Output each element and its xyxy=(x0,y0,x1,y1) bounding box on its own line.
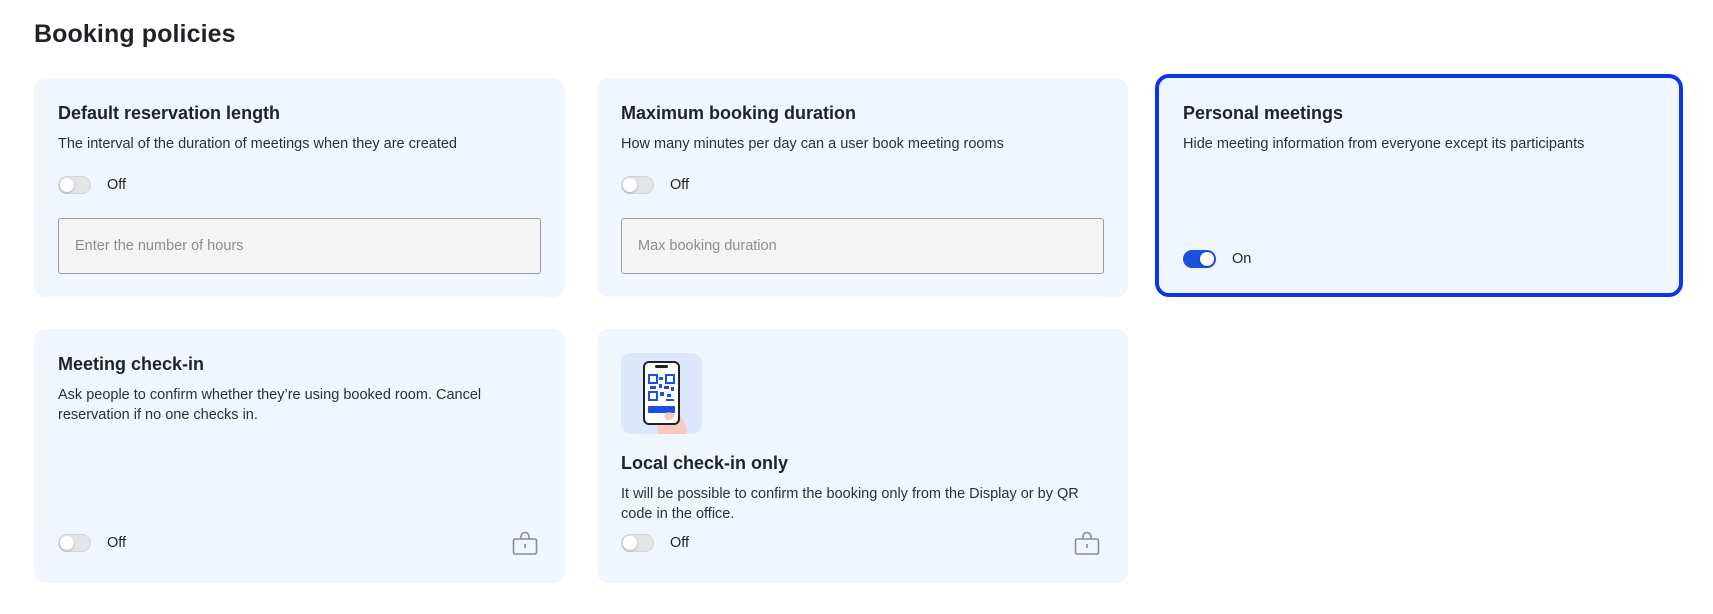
toggle-label: Off xyxy=(670,177,690,193)
max-duration-toggle-row[interactable]: Off xyxy=(621,174,689,196)
toggle-label: On xyxy=(1232,251,1252,267)
card-local-check-in-only: Local check-in only It will be possible … xyxy=(597,329,1128,583)
default-length-input[interactable] xyxy=(58,218,541,274)
card-description: It will be possible to confirm the booki… xyxy=(621,486,1079,522)
card-default-reservation-length: Default reservation length The interval … xyxy=(34,78,565,297)
card-title: Personal meetings xyxy=(1183,103,1344,123)
card-description: The interval of the duration of meetings… xyxy=(58,136,457,152)
local-checkin-toggle-row[interactable]: Off xyxy=(621,532,689,554)
card-description: How many minutes per day can a user book… xyxy=(621,136,1004,152)
personal-meetings-toggle[interactable] xyxy=(1183,250,1216,268)
card-personal-meetings: Personal meetings Hide meeting informati… xyxy=(1159,78,1679,293)
card-description: Ask people to confirm whether they’re us… xyxy=(58,387,482,423)
card-title: Local check-in only xyxy=(621,453,789,473)
default-length-toggle[interactable] xyxy=(58,176,91,194)
lock-icon xyxy=(512,531,538,555)
card-title: Default reservation length xyxy=(58,103,281,123)
toggle-label: Off xyxy=(670,535,690,551)
meeting-checkin-toggle-row[interactable]: Off xyxy=(58,532,126,554)
card-title: Meeting check-in xyxy=(58,354,205,374)
default-length-toggle-row[interactable]: Off xyxy=(58,174,126,196)
card-title: Maximum booking duration xyxy=(621,103,857,123)
card-maximum-booking-duration: Maximum booking duration How many minute… xyxy=(597,78,1128,297)
meeting-checkin-toggle[interactable] xyxy=(58,534,91,552)
toggle-label: Off xyxy=(107,177,127,193)
phone-qr-illustration xyxy=(621,353,702,434)
lock-icon xyxy=(1074,531,1100,555)
max-duration-toggle[interactable] xyxy=(621,176,654,194)
max-duration-input[interactable] xyxy=(621,218,1104,274)
card-description: Hide meeting information from everyone e… xyxy=(1183,136,1585,152)
page-title: Booking policies xyxy=(34,20,236,48)
card-meeting-check-in: Meeting check-in Ask people to confirm w… xyxy=(34,329,565,583)
toggle-label: Off xyxy=(107,535,127,551)
personal-meetings-toggle-row[interactable]: On xyxy=(1183,248,1251,270)
local-checkin-toggle[interactable] xyxy=(621,534,654,552)
